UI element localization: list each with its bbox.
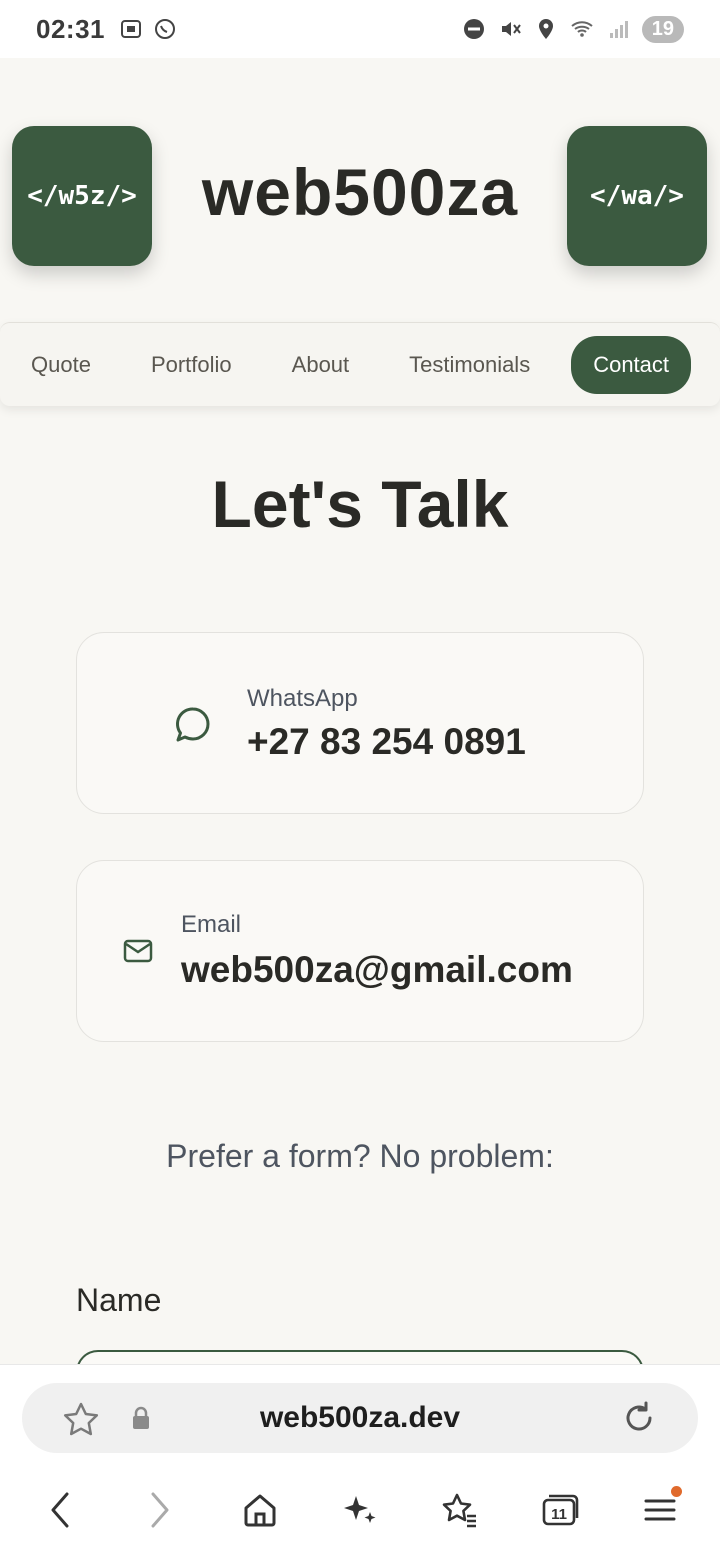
status-right-icons: 19 — [462, 15, 684, 43]
mute-icon — [501, 22, 521, 36]
screenshot-icon — [121, 20, 141, 38]
logo-right-tile[interactable]: </wa/> — [567, 126, 707, 266]
chat-bubble-icon — [176, 707, 210, 742]
home-icon — [244, 1494, 276, 1527]
forward-button[interactable] — [136, 1486, 184, 1534]
signal-icon — [609, 21, 628, 38]
ai-sparkle-button[interactable] — [336, 1486, 384, 1534]
sparkle-icon — [344, 1496, 376, 1523]
battery-indicator: 19 — [641, 15, 684, 43]
menu-button[interactable] — [636, 1486, 684, 1534]
whatsapp-number[interactable]: +27 83 254 0891 — [247, 721, 526, 763]
whatsapp-icon — [155, 19, 175, 39]
do-not-disturb-icon — [463, 19, 484, 39]
page-title: Let's Talk — [211, 467, 509, 541]
reload-icon[interactable] — [620, 1399, 658, 1437]
chevron-right-icon — [151, 1492, 169, 1528]
chevron-left-icon — [51, 1492, 69, 1528]
brand-title: web500za — [201, 155, 519, 229]
mail-icon — [123, 939, 153, 963]
wifi-icon — [571, 21, 593, 37]
status-time: 02:31 — [36, 13, 105, 44]
whatsapp-card[interactable]: WhatsApp +27 83 254 0891 — [76, 632, 644, 814]
bookmarks-button[interactable] — [436, 1486, 484, 1534]
site-header: </w5z/> web500za </wa/> — [0, 58, 720, 322]
logo-left-tile[interactable]: </w5z/> — [12, 126, 152, 266]
whatsapp-label: WhatsApp — [247, 685, 358, 712]
home-button[interactable] — [236, 1486, 284, 1534]
status-left-icons — [119, 17, 177, 41]
menu-icon — [644, 1499, 676, 1521]
email-card[interactable]: Email web500za@gmail.com — [76, 860, 644, 1042]
tabs-button[interactable]: 11 — [536, 1486, 584, 1534]
browser-bottom-nav: 11 — [0, 1477, 720, 1543]
star-list-icon — [442, 1493, 476, 1528]
url-text[interactable]: web500za.dev — [22, 1401, 698, 1435]
nav-item-portfolio[interactable]: Portfolio — [128, 336, 255, 394]
notification-dot — [671, 1486, 682, 1497]
prefer-form-text: Prefer a form? No problem: — [166, 1138, 554, 1174]
address-bar[interactable]: web500za.dev — [22, 1383, 698, 1453]
main-nav: Quote Portfolio About Testimonials Conta… — [0, 322, 720, 406]
nav-item-quote[interactable]: Quote — [8, 336, 114, 394]
back-button[interactable] — [36, 1486, 84, 1534]
name-field-label: Name — [76, 1282, 162, 1318]
tab-count: 11 — [551, 1506, 567, 1523]
status-bar: 02:31 19 — [0, 0, 720, 58]
location-icon — [538, 19, 553, 39]
nav-item-contact[interactable]: Contact — [571, 335, 692, 394]
email-label: Email — [181, 911, 242, 938]
email-address[interactable]: web500za@gmail.com — [181, 949, 573, 991]
nav-item-about[interactable]: About — [269, 336, 373, 394]
tabs-icon: 11 — [542, 1494, 579, 1526]
browser-toolbar: web500za.dev 11 — [0, 1364, 720, 1560]
nav-item-testimonials[interactable]: Testimonials — [386, 336, 553, 394]
